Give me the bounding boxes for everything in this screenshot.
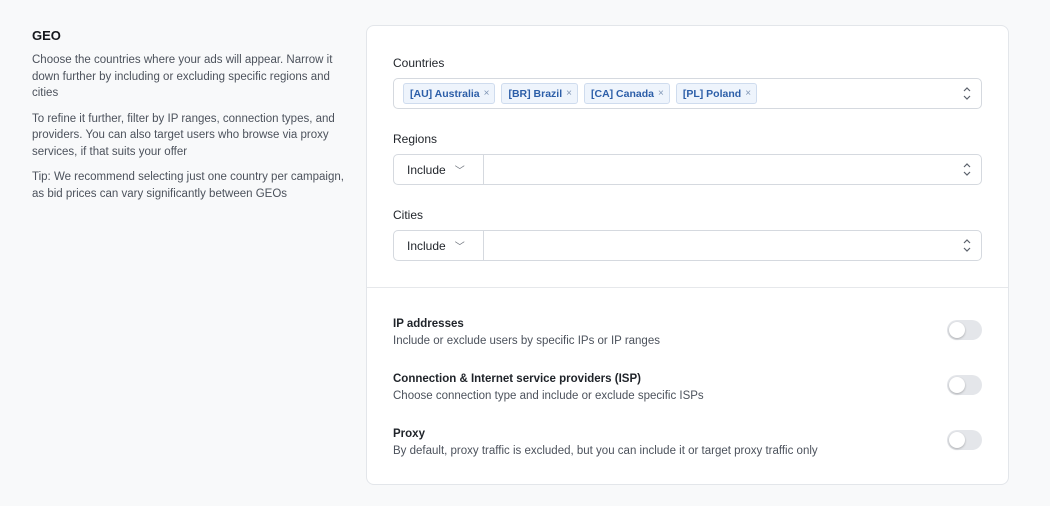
remove-tag-icon[interactable]: × bbox=[745, 88, 751, 99]
section-title: GEO bbox=[32, 28, 61, 43]
ip-addresses-toggle[interactable] bbox=[947, 320, 982, 340]
toggle-desc: Choose connection type and include or ex… bbox=[393, 390, 704, 402]
country-tags: [AU] Australia × [BR] Brazil × [CA] Cana… bbox=[403, 83, 758, 104]
toggle-desc: By default, proxy traffic is excluded, b… bbox=[393, 445, 818, 457]
chevron-up-down-icon bbox=[963, 239, 971, 252]
chevron-up-down-icon bbox=[963, 163, 971, 176]
remove-tag-icon[interactable]: × bbox=[658, 88, 664, 99]
proxy-toggle[interactable] bbox=[947, 430, 982, 450]
isp-toggle[interactable] bbox=[947, 375, 982, 395]
geo-description: GEO Choose the countries where your ads … bbox=[32, 28, 344, 211]
section-desc-refine: To refine it further, filter by IP range… bbox=[32, 112, 335, 158]
cities-label: Cities bbox=[393, 208, 424, 222]
countries-label: Countries bbox=[393, 56, 445, 70]
cities-select[interactable] bbox=[484, 231, 981, 260]
section-divider bbox=[367, 287, 1008, 288]
ip-addresses-row: IP addresses Include or exclude users by… bbox=[393, 317, 982, 349]
country-tag-label: [CA] Canada bbox=[590, 87, 654, 100]
isp-row: Connection & Internet service providers … bbox=[393, 372, 982, 404]
regions-label: Regions bbox=[393, 132, 438, 146]
regions-field: Include ﹀ bbox=[393, 154, 982, 185]
toggle-title: Proxy bbox=[393, 428, 425, 440]
cities-mode-label: Include bbox=[407, 238, 446, 253]
country-tag-label: [AU] Australia bbox=[410, 87, 480, 100]
toggle-desc: Include or exclude users by specific IPs… bbox=[393, 335, 660, 347]
remove-tag-icon[interactable]: × bbox=[484, 88, 490, 99]
toggle-title: Connection & Internet service providers … bbox=[393, 373, 641, 385]
toggle-knob bbox=[949, 432, 965, 448]
country-tag-label: [PL] Poland bbox=[682, 87, 742, 100]
toggle-knob bbox=[949, 322, 965, 338]
section-desc: Choose the countries where your ads will… bbox=[32, 54, 333, 99]
regions-select[interactable] bbox=[484, 155, 981, 184]
toggle-knob bbox=[949, 377, 965, 393]
country-tag: [CA] Canada × bbox=[583, 83, 670, 104]
country-tag-label: [BR] Brazil bbox=[508, 87, 563, 100]
chevron-down-icon: ﹀ bbox=[454, 242, 465, 253]
chevron-down-icon: ﹀ bbox=[454, 166, 465, 177]
section-tip: Tip: We recommend selecting just one cou… bbox=[32, 171, 344, 200]
remove-tag-icon[interactable]: × bbox=[566, 88, 572, 99]
proxy-row: Proxy By default, proxy traffic is exclu… bbox=[393, 427, 982, 459]
chevron-up-down-icon[interactable] bbox=[963, 87, 971, 100]
country-tag: [AU] Australia × bbox=[403, 83, 496, 104]
toggle-title: IP addresses bbox=[393, 318, 464, 330]
regions-mode-label: Include bbox=[407, 162, 446, 177]
cities-mode-select[interactable]: Include ﹀ bbox=[394, 231, 484, 260]
countries-multiselect[interactable]: [AU] Australia × [BR] Brazil × [CA] Cana… bbox=[393, 78, 982, 109]
cities-field: Include ﹀ bbox=[393, 230, 982, 261]
country-tag: [BR] Brazil × bbox=[501, 83, 578, 104]
regions-mode-select[interactable]: Include ﹀ bbox=[394, 155, 484, 184]
geo-settings-card: Countries [AU] Australia × [BR] Brazil ×… bbox=[366, 25, 1009, 485]
country-tag: [PL] Poland × bbox=[675, 83, 758, 104]
